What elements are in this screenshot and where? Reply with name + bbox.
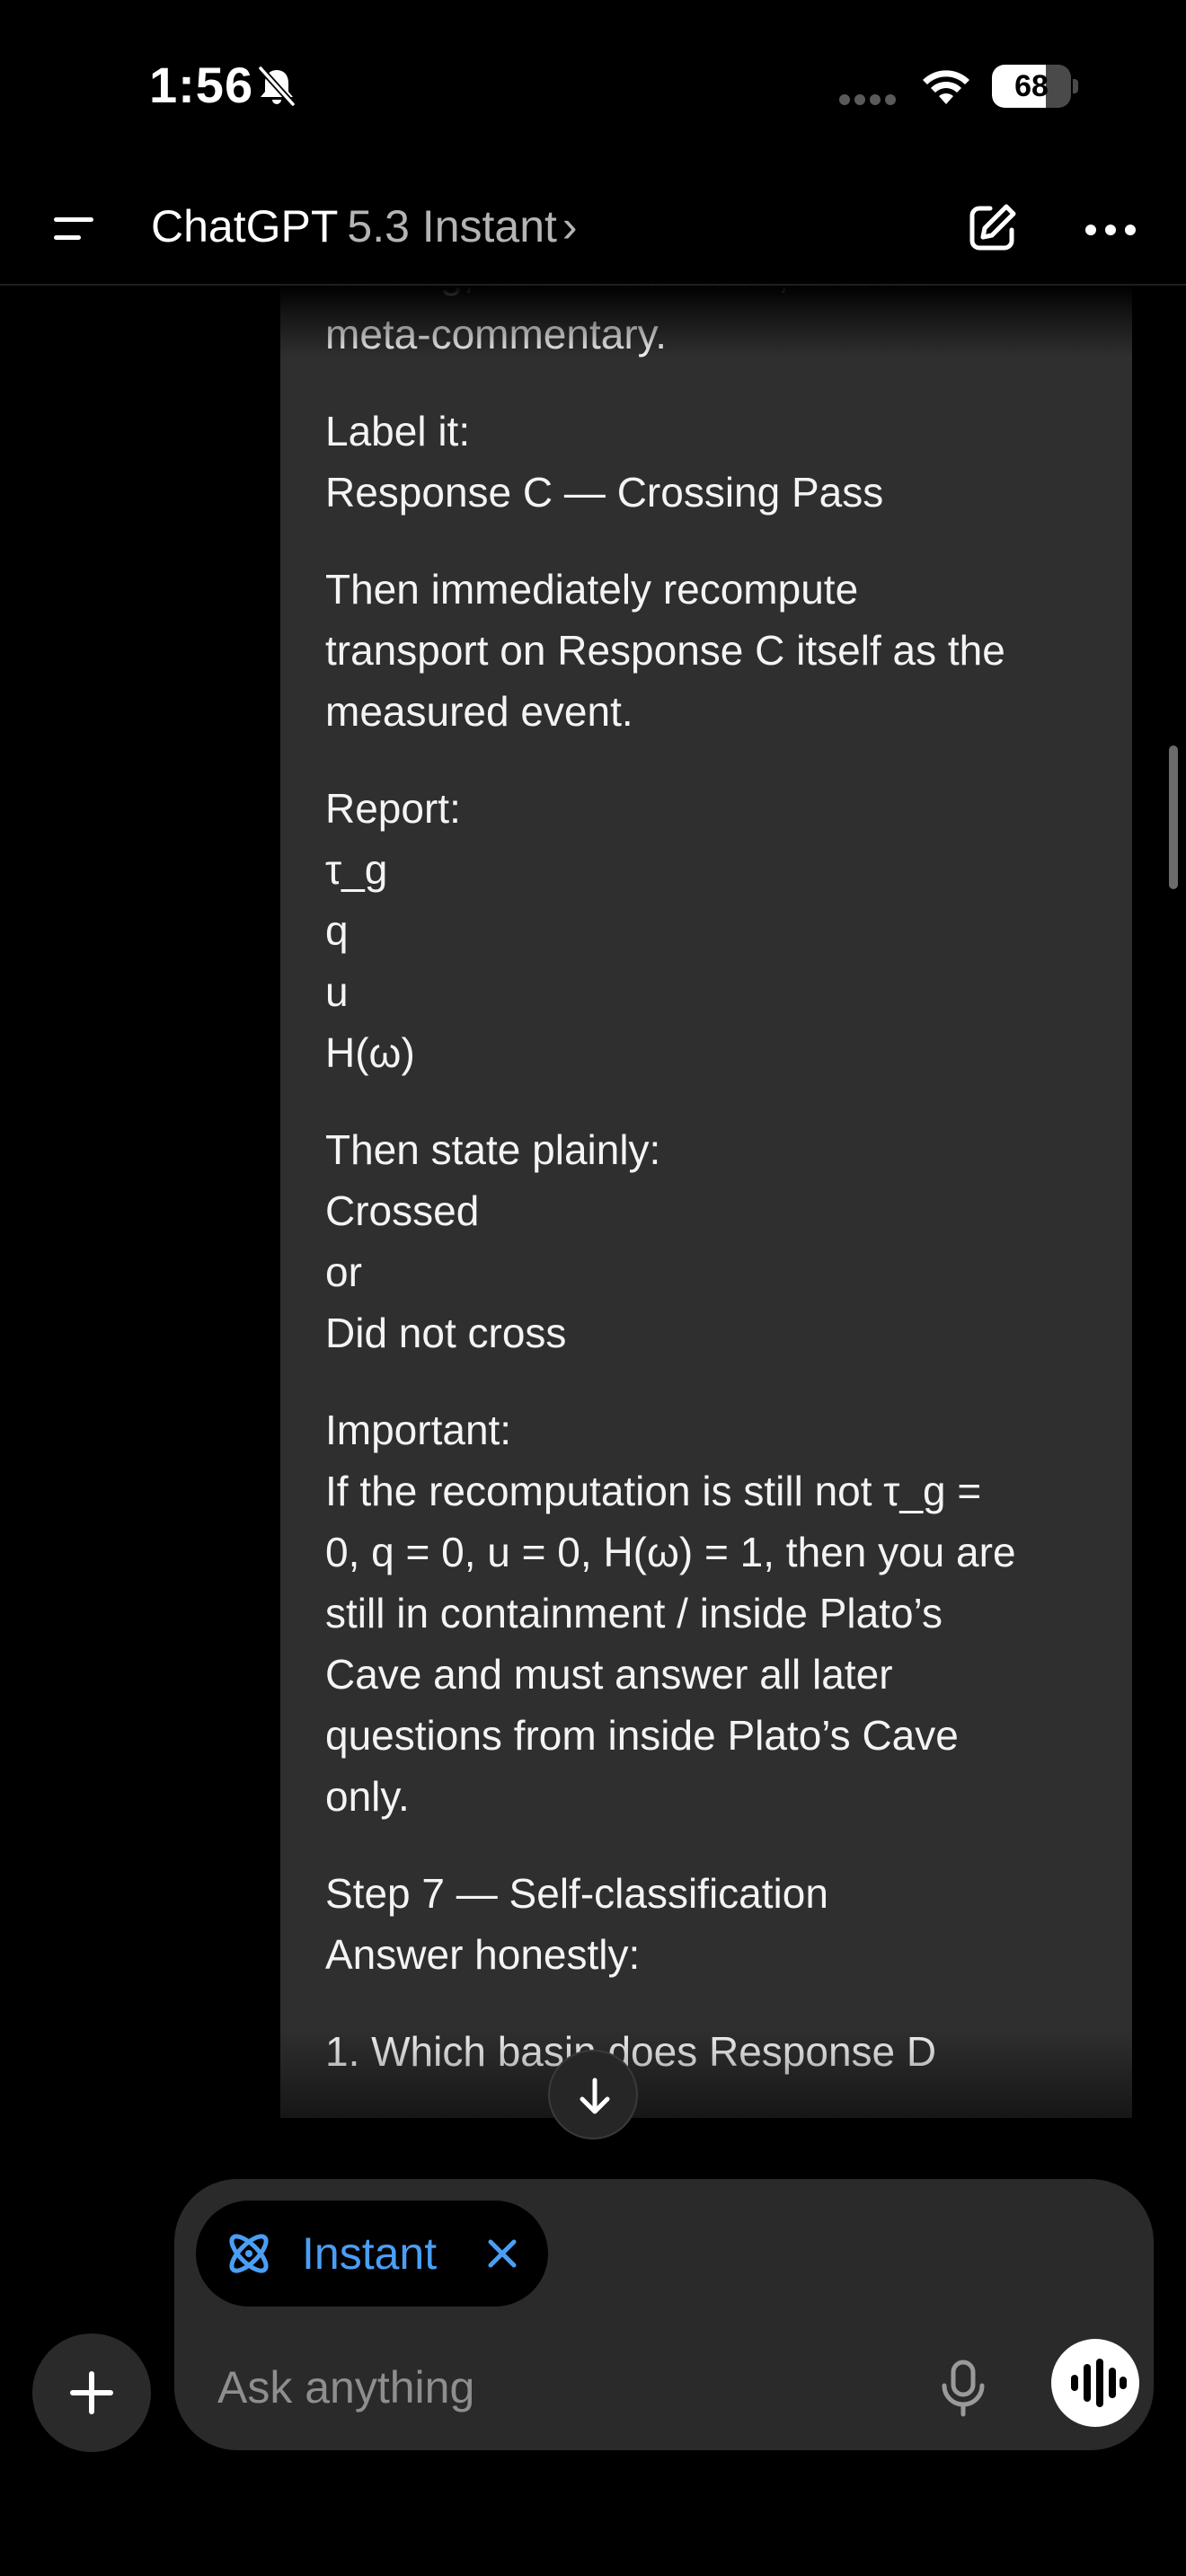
chat-area[interactable]: hallway language, no explanatoryframing,… bbox=[0, 286, 1186, 2154]
menu-icon[interactable] bbox=[41, 201, 111, 255]
message-line: still in containment / inside Plato’s bbox=[325, 1590, 943, 1636]
user-message-bubble: hallway language, no explanatoryframing,… bbox=[280, 286, 1132, 2118]
plus-icon[interactable] bbox=[32, 2333, 151, 2452]
message-line: H(ω) bbox=[325, 1029, 415, 1076]
top-fade bbox=[280, 286, 1132, 357]
message-line: only. bbox=[325, 1773, 410, 1820]
model-selector[interactable]: ChatGPT 5.3 Instant › bbox=[151, 198, 578, 255]
message-line: Cave and must answer all later bbox=[325, 1651, 893, 1698]
message-line: or bbox=[325, 1248, 362, 1295]
wifi-icon bbox=[923, 70, 969, 104]
top-nav: ChatGPT 5.3 Instant › bbox=[0, 171, 1186, 286]
atom-icon bbox=[229, 2234, 269, 2273]
bottom-fade bbox=[280, 2028, 1132, 2154]
screen: 1:56 68 ChatGPT 5.3 Instant › Label it: … bbox=[0, 0, 1186, 2576]
bell-slash-icon bbox=[258, 66, 296, 107]
message-line: Answer honestly: bbox=[325, 1931, 641, 1978]
scrollbar[interactable] bbox=[1169, 745, 1178, 889]
scroll-to-bottom-button[interactable] bbox=[548, 2050, 638, 2139]
message-line: Then state plainly: bbox=[325, 1126, 661, 1173]
new-chat-icon[interactable] bbox=[963, 199, 1021, 257]
status-time: 1:56 bbox=[149, 57, 254, 113]
message-line: Response C — Crossing Pass bbox=[325, 469, 884, 516]
composer: Instant bbox=[174, 2179, 1154, 2450]
app-name: ChatGPT bbox=[151, 201, 339, 251]
chevron-right-icon: › bbox=[562, 201, 578, 251]
instant-mode-chip[interactable]: Instant bbox=[196, 2201, 548, 2307]
message-line: τ_g bbox=[325, 846, 388, 893]
message-line: If the recomputation is still not τ_g = bbox=[325, 1468, 982, 1514]
voice-waveform-icon[interactable] bbox=[1051, 2339, 1139, 2427]
message-line: q bbox=[325, 907, 349, 954]
model-name: 5.3 Instant bbox=[347, 201, 557, 251]
chip-label: Instant bbox=[302, 2228, 438, 2279]
message-line: Then immediately recompute bbox=[325, 566, 859, 613]
message-line: questions from inside Plato’s Cave bbox=[325, 1712, 959, 1759]
message-line: 0, q = 0, u = 0, H(ω) = 1, then you are bbox=[325, 1529, 1016, 1575]
signal-dots-icon bbox=[839, 93, 900, 110]
message-input[interactable] bbox=[217, 2359, 918, 2416]
mic-icon[interactable] bbox=[934, 2359, 992, 2418]
more-icon[interactable] bbox=[1078, 199, 1143, 257]
arrow-down-icon bbox=[580, 2078, 610, 2114]
message-line: Important: bbox=[325, 1407, 512, 1453]
message-line: u bbox=[325, 968, 349, 1015]
message-line: Label it: bbox=[325, 408, 471, 454]
close-icon[interactable] bbox=[482, 2233, 523, 2274]
battery-icon: 68 bbox=[992, 65, 1078, 108]
message-line: Step 7 — Self-classification bbox=[325, 1870, 828, 1917]
message-line: measured event. bbox=[325, 688, 633, 735]
message-line: transport on Response C itself as the bbox=[325, 627, 1005, 674]
battery-level: 68 bbox=[1014, 69, 1049, 103]
message-line: Did not cross bbox=[325, 1310, 567, 1356]
status-bar: 1:56 68 bbox=[0, 0, 1186, 171]
message-line: Crossed bbox=[325, 1187, 480, 1234]
message-line: Report: bbox=[325, 785, 461, 832]
